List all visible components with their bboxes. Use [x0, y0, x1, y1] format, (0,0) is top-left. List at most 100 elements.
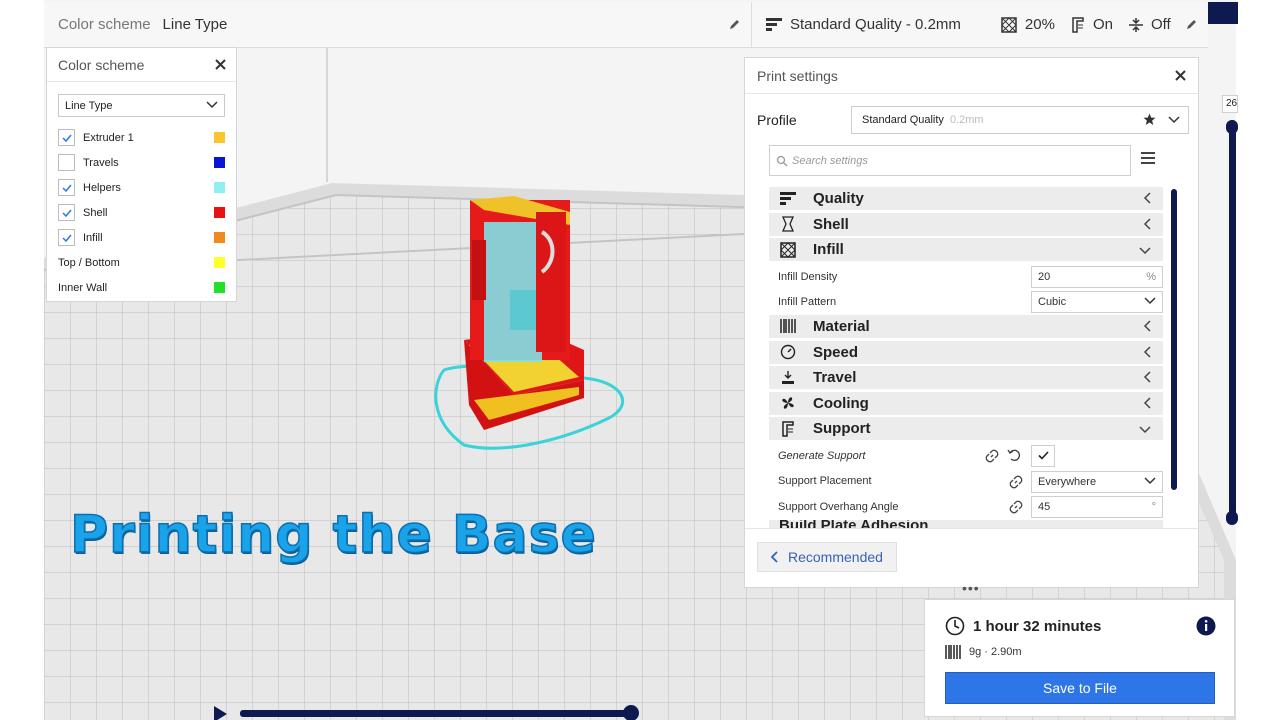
- layer-slider-track[interactable]: [1229, 120, 1236, 524]
- category-label: Shell: [813, 215, 849, 233]
- legend-item-shell[interactable]: Shell: [47, 200, 236, 225]
- settings-list: Quality Shell Infill Infill Density 20 %: [769, 187, 1163, 529]
- adhesion-summary-text: Off: [1150, 16, 1171, 33]
- adhesion-summary: Off: [1128, 16, 1171, 33]
- setting-unit: %: [1146, 270, 1156, 283]
- legend-item-inner-wall: Inner Wall: [47, 275, 236, 300]
- color-scheme-selector[interactable]: Color scheme Line Type: [44, 2, 752, 47]
- print-time: 1 hour 32 minutes: [945, 616, 1101, 636]
- chevron-left-icon: [1143, 396, 1151, 413]
- support-summary-text: On: [1092, 16, 1113, 33]
- infill-summary-text: 20%: [1024, 16, 1055, 33]
- setting-label: Infill Density: [778, 270, 838, 283]
- checkbox[interactable]: [58, 204, 75, 221]
- infill-density-input[interactable]: 20 %: [1031, 265, 1163, 288]
- category-material[interactable]: Material: [769, 314, 1163, 338]
- material-estimate-value: 9g · 2.90m: [969, 646, 1022, 658]
- video-title-overlay: Printing the Base: [69, 504, 597, 566]
- chevron-down-icon: [1144, 476, 1156, 488]
- link-icon[interactable]: [1009, 475, 1023, 492]
- chevron-left-icon: [770, 551, 778, 563]
- category-label: Infill: [813, 241, 844, 259]
- color-scheme-panel-title: Color scheme: [58, 56, 145, 73]
- color-scheme-dropdown-value: Line Type: [65, 99, 113, 112]
- color-swatch: [214, 157, 225, 168]
- print-setup-selector[interactable]: Standard Quality - 0.2mm 20% On Off: [752, 2, 1208, 47]
- search-settings-input[interactable]: Search settings: [769, 145, 1131, 176]
- profile-dropdown[interactable]: Standard Quality 0.2mm: [851, 106, 1189, 134]
- checkbox[interactable]: [58, 129, 75, 146]
- chevron-left-icon: [1143, 191, 1151, 208]
- setting-label: Generate Support: [778, 449, 866, 462]
- print-settings-title: Print settings: [757, 67, 838, 84]
- category-label: Speed: [813, 343, 859, 361]
- setting-label: Infill Pattern: [778, 296, 837, 309]
- category-quality[interactable]: Quality: [769, 187, 1163, 210]
- infill-pattern-dropdown[interactable]: Cubic: [1031, 291, 1163, 314]
- category-speed[interactable]: Speed: [769, 340, 1163, 364]
- category-cooling[interactable]: Cooling: [769, 391, 1163, 415]
- drag-handle-icon[interactable]: •••: [962, 580, 980, 596]
- color-scheme-panel-header: Color scheme: [47, 48, 236, 82]
- simulation-slider-track[interactable]: [240, 710, 632, 717]
- legend-item-helpers[interactable]: Helpers: [47, 175, 236, 200]
- close-icon[interactable]: [215, 57, 226, 73]
- generate-support-checkbox[interactable]: [1031, 444, 1055, 467]
- support-placement-dropdown[interactable]: Everywhere: [1031, 470, 1163, 493]
- search-icon: [776, 155, 788, 167]
- print-settings-panel: Print settings Profile Standard Quality …: [744, 57, 1199, 588]
- setting-value: 45: [1038, 501, 1051, 514]
- chevron-down-icon: [1168, 115, 1180, 127]
- color-swatch: [214, 232, 225, 243]
- chevron-down-icon: [1139, 421, 1151, 438]
- infill-icon: [779, 241, 797, 259]
- top-bar: Color scheme Line Type Standard Quality …: [44, 2, 1208, 48]
- legend-item-infill[interactable]: Infill: [47, 225, 236, 250]
- layer-slider-bottom-handle[interactable]: [1226, 511, 1238, 525]
- link-icon[interactable]: [985, 449, 999, 466]
- legend-item-travels[interactable]: Travels: [47, 150, 236, 175]
- pencil-icon[interactable]: [729, 17, 741, 34]
- setting-value: Cubic: [1038, 296, 1067, 309]
- checkbox[interactable]: [58, 179, 75, 196]
- recommended-button[interactable]: Recommended: [757, 542, 897, 572]
- category-travel[interactable]: Travel: [769, 366, 1163, 390]
- category-support[interactable]: Support: [769, 417, 1163, 441]
- star-icon[interactable]: [1143, 113, 1156, 129]
- category-label: Support: [813, 420, 871, 438]
- color-swatch: [214, 182, 225, 193]
- checkbox[interactable]: [58, 154, 75, 171]
- pencil-icon[interactable]: [1186, 17, 1198, 34]
- search-placeholder: Search settings: [792, 154, 868, 167]
- link-icon[interactable]: [1009, 500, 1023, 517]
- recommended-label: Recommended: [788, 549, 883, 565]
- chevron-left-icon: [1143, 217, 1151, 234]
- clock-icon: [945, 616, 965, 636]
- legend-label: Shell: [83, 206, 108, 219]
- category-shell[interactable]: Shell: [769, 212, 1163, 236]
- layer-number-input[interactable]: 26: [1222, 95, 1238, 113]
- setting-infill-pattern: Infill Pattern Cubic: [769, 289, 1163, 315]
- layer-slider-top-handle[interactable]: [1226, 120, 1238, 134]
- hamburger-menu-icon[interactable]: [1141, 152, 1155, 167]
- support-overhang-input[interactable]: 45 °: [1031, 496, 1163, 519]
- color-scheme-label: Color scheme: [58, 16, 151, 33]
- legend-item-extruder[interactable]: Extruder 1: [47, 125, 236, 150]
- simulation-slider-handle[interactable]: [623, 705, 639, 720]
- material-icon: [779, 317, 797, 335]
- close-icon[interactable]: [1175, 68, 1186, 84]
- color-scheme-dropdown[interactable]: Line Type: [58, 94, 225, 117]
- category-label: Travel: [813, 369, 857, 387]
- adhesion-icon: [1128, 17, 1143, 33]
- print-estimate-panel: 1 hour 32 minutes 9g · 2.90m Save to Fil…: [924, 599, 1235, 717]
- settings-scrollbar[interactable]: [1171, 189, 1177, 490]
- chevron-left-icon: [1143, 345, 1151, 362]
- info-icon[interactable]: [1196, 616, 1216, 641]
- play-icon[interactable]: [211, 705, 229, 720]
- checkbox[interactable]: [58, 229, 75, 246]
- category-infill[interactable]: Infill: [769, 238, 1163, 262]
- cura-window: Color scheme Line Type Standard Quality …: [0, 0, 1280, 720]
- profile-summary-text: Standard Quality - 0.2mm: [790, 16, 961, 33]
- save-to-file-button[interactable]: Save to File: [945, 672, 1215, 704]
- reset-icon[interactable]: [1007, 448, 1021, 465]
